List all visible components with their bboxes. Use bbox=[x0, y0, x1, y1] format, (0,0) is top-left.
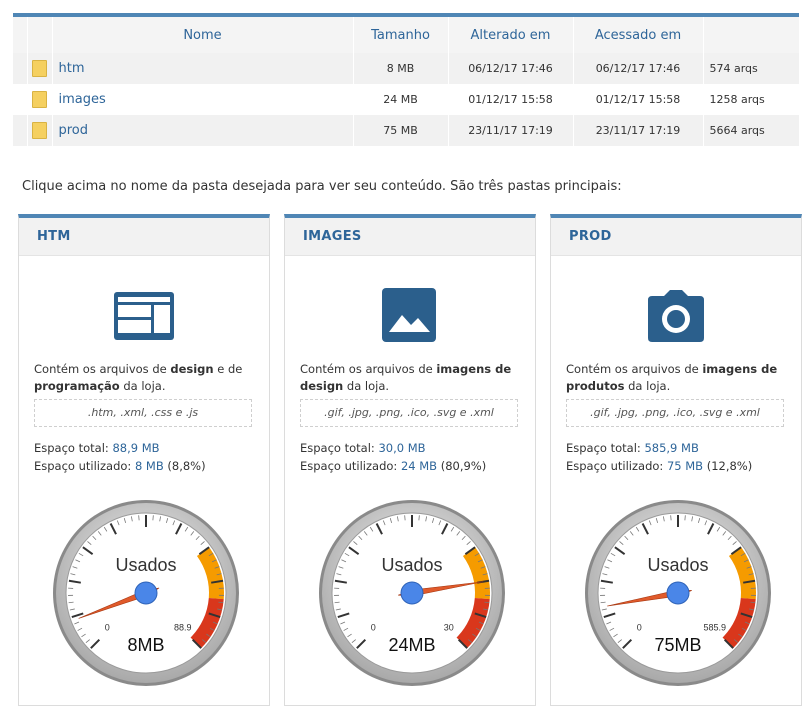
space-info: Espaço total: 88,9 MB Espaço utilizado: … bbox=[34, 441, 206, 473]
folder-file-count: 1258 arqs bbox=[703, 84, 800, 115]
usage-gauge: Usados 0 30 24MB bbox=[319, 500, 505, 686]
layout-icon bbox=[114, 292, 174, 340]
table-header-row: Nome Tamanho Alterado em Acessado em bbox=[13, 17, 800, 53]
gauge-title: Usados bbox=[381, 555, 442, 575]
used-space-value: 75 MB bbox=[666, 459, 704, 473]
card-description: Contém os arquivos de design e de progra… bbox=[34, 362, 243, 393]
folder-modified: 06/12/17 17:46 bbox=[448, 53, 574, 84]
folder-link-htm[interactable]: htm bbox=[52, 53, 354, 84]
column-header-size[interactable]: Tamanho bbox=[353, 17, 449, 53]
folder-card-images: IMAGES Contém os arquivos de imagens de … bbox=[284, 214, 536, 706]
gauge-value-label: 75MB bbox=[654, 635, 701, 655]
folder-link-prod[interactable]: prod bbox=[52, 115, 354, 146]
card-title: IMAGES bbox=[285, 218, 535, 256]
file-table: Nome Tamanho Alterado em Acessado em htm… bbox=[13, 13, 800, 146]
folder-accessed: 23/11/17 17:19 bbox=[573, 115, 704, 146]
extensions-box: .gif, .jpg, .png, .ico, .svg e .xml bbox=[300, 399, 518, 427]
used-space-value: 8 MB bbox=[134, 459, 164, 473]
gauge-max-label: 585.9 bbox=[703, 623, 726, 633]
total-space-value: 88,9 MB bbox=[112, 441, 160, 455]
space-info: Espaço total: 585,9 MB Espaço utilizado:… bbox=[566, 441, 753, 473]
total-space-value: 585,9 MB bbox=[644, 441, 699, 455]
usage-gauge: Usados 0 88.9 8MB bbox=[53, 500, 239, 686]
column-header-name[interactable]: Nome bbox=[52, 17, 354, 53]
card-title: HTM bbox=[19, 218, 269, 256]
column-header-modified[interactable]: Alterado em bbox=[448, 17, 574, 53]
folder-card-prod: PROD Contém os arquivos de imagens de pr… bbox=[550, 214, 802, 706]
total-space-value: 30,0 MB bbox=[378, 441, 426, 455]
gauge-max-label: 30 bbox=[444, 623, 454, 633]
folder-icon bbox=[32, 91, 47, 108]
extensions-box: .gif, .jpg, .png, .ico, .svg e .xml bbox=[566, 399, 784, 427]
used-space-percent: (8,8%) bbox=[167, 459, 206, 473]
used-space-percent: (80,9%) bbox=[440, 459, 487, 473]
folder-file-count: 5664 arqs bbox=[703, 115, 800, 146]
card-description: Contém os arquivos de imagens de design … bbox=[300, 362, 512, 393]
folder-accessed: 06/12/17 17:46 bbox=[573, 53, 704, 84]
table-row[interactable]: prod 75 MB 23/11/17 17:19 23/11/17 17:19… bbox=[13, 115, 800, 146]
folder-card-htm: HTM Contém os arquivos de design e de pr… bbox=[18, 214, 270, 706]
folder-modified: 23/11/17 17:19 bbox=[448, 115, 574, 146]
gauge-title: Usados bbox=[115, 555, 176, 575]
gauge-value-label: 8MB bbox=[127, 635, 164, 655]
column-header-accessed[interactable]: Acessado em bbox=[573, 17, 704, 53]
folder-link-images[interactable]: images bbox=[52, 84, 354, 115]
folder-file-count: 574 arqs bbox=[703, 53, 800, 84]
camera-icon bbox=[648, 290, 704, 342]
gauge-min-label: 0 bbox=[637, 623, 642, 633]
space-info: Espaço total: 30,0 MB Espaço utilizado: … bbox=[300, 441, 487, 473]
folder-size: 24 MB bbox=[353, 84, 449, 115]
gauge-hub bbox=[666, 581, 690, 605]
image-icon bbox=[382, 288, 436, 342]
card-description: Contém os arquivos de imagens de produto… bbox=[566, 362, 778, 393]
gauge-hub bbox=[134, 581, 158, 605]
gauge-min-label: 0 bbox=[105, 623, 110, 633]
folder-size: 75 MB bbox=[353, 115, 449, 146]
folder-accessed: 01/12/17 15:58 bbox=[573, 84, 704, 115]
used-space-value: 24 MB bbox=[400, 459, 438, 473]
instructions-text: Clique acima no nome da pasta desejada p… bbox=[22, 179, 622, 194]
used-space-percent: (12,8%) bbox=[706, 459, 753, 473]
gauge-min-label: 0 bbox=[371, 623, 376, 633]
gauge-max-label: 88.9 bbox=[174, 623, 192, 633]
gauge-value-label: 24MB bbox=[388, 635, 435, 655]
folder-size: 8 MB bbox=[353, 53, 449, 84]
gauge-title: Usados bbox=[647, 555, 708, 575]
table-row[interactable]: htm 8 MB 06/12/17 17:46 06/12/17 17:46 5… bbox=[13, 53, 800, 84]
extensions-box: .htm, .xml, .css e .js bbox=[34, 399, 252, 427]
table-row[interactable]: images 24 MB 01/12/17 15:58 01/12/17 15:… bbox=[13, 84, 800, 115]
card-title: PROD bbox=[551, 218, 801, 256]
folder-icon bbox=[32, 60, 47, 77]
folder-icon bbox=[32, 122, 47, 139]
usage-gauge: Usados 0 585.975MB bbox=[585, 500, 771, 686]
folder-modified: 01/12/17 15:58 bbox=[448, 84, 574, 115]
gauge-hub bbox=[400, 581, 424, 605]
